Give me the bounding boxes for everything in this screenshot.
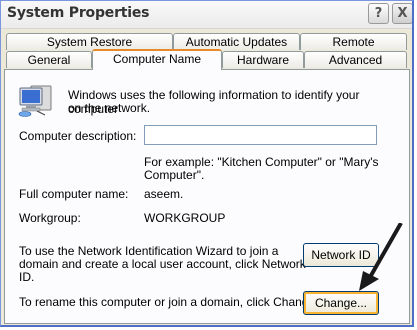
computer-name-panel: Windows uses the following information t… xyxy=(4,69,410,324)
network-id-text-3: ID. xyxy=(19,270,35,284)
tab-hardware[interactable]: Hardware xyxy=(222,51,304,68)
help-button[interactable]: ? xyxy=(368,3,389,24)
computer-description-input[interactable] xyxy=(144,125,377,145)
workgroup-value: WORKGROUP xyxy=(144,211,226,225)
description-label: Computer description: xyxy=(19,129,137,143)
system-properties-window: System Properties ? X System Restore Aut… xyxy=(0,0,414,327)
annotation-arrow-icon xyxy=(359,223,403,291)
network-id-text-1: To use the Network Identification Wizard… xyxy=(19,244,279,258)
tab-system-restore[interactable]: System Restore xyxy=(6,33,173,50)
tab-general[interactable]: General xyxy=(6,51,92,68)
window-title: System Properties xyxy=(7,5,150,21)
tab-strip: System Restore Automatic Updates Remote … xyxy=(1,29,412,70)
computer-network-icon xyxy=(18,85,52,117)
workgroup-label: Workgroup: xyxy=(19,211,81,225)
tab-advanced[interactable]: Advanced xyxy=(304,51,407,68)
tab-automatic-updates[interactable]: Automatic Updates xyxy=(173,33,300,50)
close-button[interactable]: X xyxy=(392,3,412,24)
full-name-label: Full computer name: xyxy=(19,187,129,201)
tab-remote[interactable]: Remote xyxy=(300,33,407,50)
example-line-2: Computer". xyxy=(144,168,205,182)
close-icon: X xyxy=(397,6,408,21)
tab-computer-name[interactable]: Computer Name xyxy=(92,49,222,70)
title-bar: System Properties ? X xyxy=(1,1,412,29)
change-button[interactable]: Change... xyxy=(303,291,379,315)
network-id-text-2: domain and create a local user account, … xyxy=(19,257,306,271)
full-name-value: aseem. xyxy=(144,187,184,201)
intro-line-2: on the network. xyxy=(68,101,151,115)
example-line-1: For example: "Kitchen Computer" or "Mary… xyxy=(144,155,379,169)
change-text: To rename this computer or join a domain… xyxy=(19,295,319,309)
help-icon: ? xyxy=(374,6,383,21)
